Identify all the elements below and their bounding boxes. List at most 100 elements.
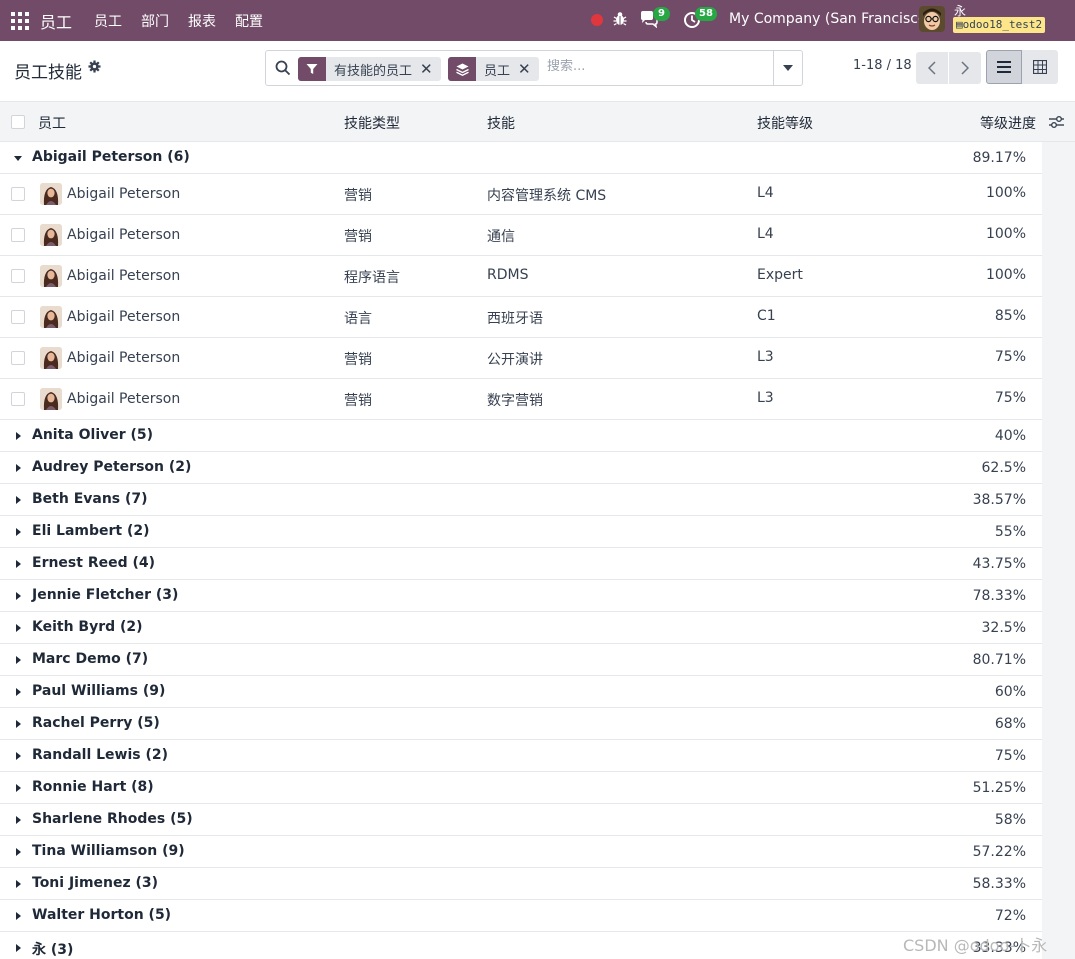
group-progress: 38.57% bbox=[972, 492, 1026, 508]
group-progress: 58.33% bbox=[972, 876, 1026, 892]
table-row[interactable]: Abigail Peterson 营销 内容管理系统 CMS L4 100% bbox=[0, 174, 1042, 215]
table-row[interactable]: Abigail Peterson 程序语言 RDMS Expert 100% bbox=[0, 256, 1042, 297]
select-all-checkbox[interactable] bbox=[11, 115, 25, 129]
group-progress: 89.17% bbox=[972, 150, 1026, 166]
group-row-collapsed[interactable]: Tina Williamson (9) 57.22% bbox=[0, 836, 1042, 868]
cell-employee: Abigail Peterson bbox=[67, 309, 181, 325]
gear-icon[interactable] bbox=[88, 60, 101, 73]
group-progress: 57.22% bbox=[972, 844, 1026, 860]
pivot-view-button[interactable] bbox=[1022, 50, 1058, 84]
group-label: Audrey Peterson (2) bbox=[32, 459, 192, 475]
record-indicator-icon[interactable] bbox=[591, 14, 603, 26]
group-progress: 51.25% bbox=[972, 780, 1026, 796]
caret-right-icon bbox=[16, 720, 21, 728]
table-row[interactable]: Abigail Peterson 语言 西班牙语 C1 85% bbox=[0, 297, 1042, 338]
group-progress: 62.5% bbox=[981, 460, 1026, 476]
page-title: 员工技能 bbox=[14, 63, 82, 83]
column-header-skill-level[interactable]: 技能等级 bbox=[757, 113, 813, 133]
user-avatar[interactable] bbox=[919, 6, 945, 32]
filter-icon bbox=[298, 57, 326, 81]
group-label: Jennie Fletcher (3) bbox=[32, 587, 179, 603]
row-checkbox[interactable] bbox=[11, 269, 25, 283]
pager-value[interactable]: 1-18 / 18 bbox=[853, 58, 912, 73]
group-row-collapsed[interactable]: Rachel Perry (5) 68% bbox=[0, 708, 1042, 740]
company-switcher[interactable]: My Company (San Francisco) bbox=[729, 11, 932, 27]
cell-skill-type: 程序语言 bbox=[344, 270, 400, 286]
pager-previous-button[interactable] bbox=[916, 52, 948, 84]
cell-level-progress: 75% bbox=[994, 390, 1026, 406]
search-input[interactable] bbox=[547, 59, 767, 74]
search-icon[interactable] bbox=[275, 60, 291, 76]
caret-down-icon bbox=[783, 65, 793, 71]
group-row-expanded[interactable]: Abigail Peterson (6) 89.17% bbox=[0, 142, 1042, 174]
group-row-collapsed[interactable]: Ronnie Hart (8) 51.25% bbox=[0, 772, 1042, 804]
column-header-skill-type[interactable]: 技能类型 bbox=[344, 113, 400, 133]
optional-columns-toggle-icon[interactable] bbox=[1049, 115, 1064, 129]
cell-skill-level: L4 bbox=[757, 185, 774, 201]
group-label: Sharlene Rhodes (5) bbox=[32, 811, 193, 827]
pager-next-button[interactable] bbox=[949, 52, 981, 84]
debug-bug-icon[interactable] bbox=[613, 11, 627, 27]
group-row-collapsed[interactable]: Beth Evans (7) 38.57% bbox=[0, 484, 1042, 516]
remove-group-by-icon[interactable]: ✕ bbox=[518, 60, 539, 78]
cell-skill-level: L3 bbox=[757, 349, 774, 365]
row-checkbox[interactable] bbox=[11, 228, 25, 242]
app-name[interactable]: 员工 bbox=[40, 9, 72, 33]
group-label: Beth Evans (7) bbox=[32, 491, 148, 507]
column-header-skill[interactable]: 技能 bbox=[487, 113, 515, 133]
cell-skill-level: Expert bbox=[757, 267, 803, 283]
cell-skill: 数字营销 bbox=[487, 393, 543, 409]
group-label: Abigail Peterson (6) bbox=[32, 149, 190, 165]
cell-skill-level: L3 bbox=[757, 390, 774, 406]
group-row-collapsed[interactable]: Sharlene Rhodes (5) 58% bbox=[0, 804, 1042, 836]
search-options-toggle[interactable] bbox=[773, 51, 802, 85]
group-by-icon bbox=[448, 57, 476, 81]
table-row[interactable]: Abigail Peterson 营销 通信 L4 100% bbox=[0, 215, 1042, 256]
cell-skill: RDMS bbox=[487, 267, 529, 283]
group-row-collapsed[interactable]: Anita Oliver (5) 40% bbox=[0, 420, 1042, 452]
group-row-collapsed[interactable]: Paul Williams (9) 60% bbox=[0, 676, 1042, 708]
menu-configuration[interactable]: 配置 bbox=[235, 11, 263, 31]
cell-skill-type: 营销 bbox=[344, 393, 372, 409]
cell-skill: 内容管理系统 CMS bbox=[487, 188, 607, 204]
apps-grid-icon[interactable] bbox=[11, 11, 29, 30]
group-row-collapsed[interactable]: Ernest Reed (4) 43.75% bbox=[0, 548, 1042, 580]
group-row-collapsed[interactable]: Jennie Fletcher (3) 78.33% bbox=[0, 580, 1042, 612]
column-header-level-progress[interactable]: 等级进度 bbox=[980, 113, 1036, 133]
group-progress: 58% bbox=[994, 812, 1026, 828]
menu-departments[interactable]: 部门 bbox=[141, 11, 169, 31]
row-checkbox[interactable] bbox=[11, 392, 25, 406]
row-checkbox[interactable] bbox=[11, 187, 25, 201]
cell-skill: 通信 bbox=[487, 229, 515, 245]
remove-filter-icon[interactable]: ✕ bbox=[420, 60, 441, 78]
group-label: Tina Williamson (9) bbox=[32, 843, 185, 859]
caret-right-icon bbox=[16, 496, 21, 504]
employee-avatar bbox=[40, 306, 62, 328]
employee-avatar bbox=[40, 265, 62, 287]
menu-employees[interactable]: 员工 bbox=[94, 11, 122, 31]
activity-count-badge: 58 bbox=[695, 7, 717, 21]
group-row-collapsed[interactable]: 永 (3) 33.33% bbox=[0, 932, 1042, 959]
table-row[interactable]: Abigail Peterson 营销 公开演讲 L3 75% bbox=[0, 338, 1042, 379]
cell-skill-level: L4 bbox=[757, 226, 774, 242]
watermark: CSDN @odoo-卜永 bbox=[903, 936, 1048, 955]
employee-avatar bbox=[40, 388, 62, 410]
group-row-collapsed[interactable]: Eli Lambert (2) 55% bbox=[0, 516, 1042, 548]
row-checkbox[interactable] bbox=[11, 310, 25, 324]
group-row-collapsed[interactable]: Walter Horton (5) 72% bbox=[0, 900, 1042, 932]
cell-level-progress: 100% bbox=[985, 226, 1026, 242]
top-navbar: 员工 员工 部门 报表 配置 9 58 My Company (San Fran… bbox=[0, 0, 1075, 41]
group-row-collapsed[interactable]: Randall Lewis (2) 75% bbox=[0, 740, 1042, 772]
menu-reports[interactable]: 报表 bbox=[188, 11, 216, 31]
table-row[interactable]: Abigail Peterson 营销 数字营销 L3 75% bbox=[0, 379, 1042, 420]
caret-right-icon bbox=[16, 464, 21, 472]
column-header-employee[interactable]: 员工 bbox=[38, 113, 66, 133]
group-row-collapsed[interactable]: Audrey Peterson (2) 62.5% bbox=[0, 452, 1042, 484]
group-row-collapsed[interactable]: Toni Jimenez (3) 58.33% bbox=[0, 868, 1042, 900]
group-progress: 80.71% bbox=[972, 652, 1026, 668]
cell-level-progress: 85% bbox=[994, 308, 1026, 324]
group-row-collapsed[interactable]: Marc Demo (7) 80.71% bbox=[0, 644, 1042, 676]
row-checkbox[interactable] bbox=[11, 351, 25, 365]
list-view-button[interactable] bbox=[986, 50, 1022, 84]
group-row-collapsed[interactable]: Keith Byrd (2) 32.5% bbox=[0, 612, 1042, 644]
